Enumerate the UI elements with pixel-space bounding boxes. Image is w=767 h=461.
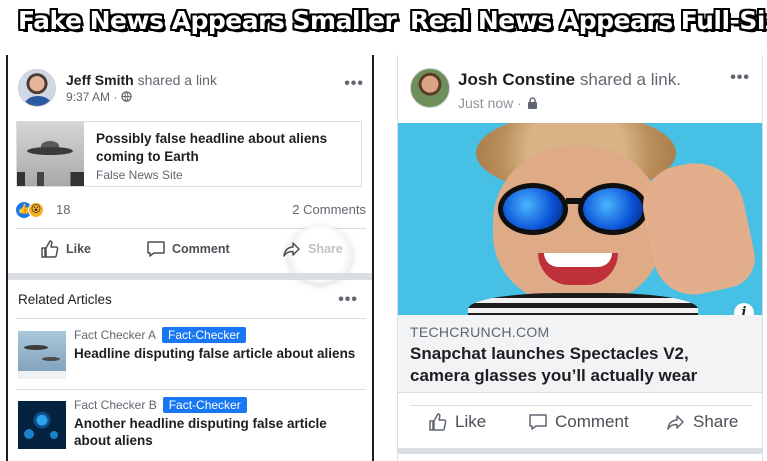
avatar[interactable] xyxy=(410,68,450,108)
section-divider xyxy=(398,448,762,454)
post-author-name[interactable]: Jeff Smith xyxy=(66,72,134,88)
banner-fake-news: Fake News Appears Smaller xyxy=(18,6,397,35)
related-thumbnail-cells xyxy=(18,401,66,449)
like-button[interactable]: Like xyxy=(40,239,91,259)
post-author-line: Jeff Smith shared a link xyxy=(66,72,217,88)
globe-icon xyxy=(120,91,132,102)
comment-button[interactable]: Comment xyxy=(146,239,230,259)
comment-icon xyxy=(529,414,547,430)
fact-checker-badge: Fact-Checker xyxy=(162,327,247,343)
more-dots-icon[interactable]: ••• xyxy=(344,75,364,93)
related-publisher: Fact Checker B xyxy=(74,398,157,412)
info-icon[interactable]: i xyxy=(734,303,754,315)
related-articles-heading: Related Articles xyxy=(18,292,112,307)
share-label: Share xyxy=(693,412,739,431)
post-author-name[interactable]: Josh Constine xyxy=(458,70,575,89)
link-hero-image[interactable]: i xyxy=(398,123,762,315)
post-time[interactable]: 9:37 AM · xyxy=(66,90,121,104)
post-shared-text: shared a link xyxy=(137,72,217,88)
reaction-count[interactable]: 18 xyxy=(56,202,70,217)
post-timestamp[interactable]: Just now · xyxy=(458,95,538,111)
share-label: Share xyxy=(308,242,343,256)
post-action-bar: Like Comment Share xyxy=(16,225,366,283)
like-label: Like xyxy=(66,242,92,256)
share-icon xyxy=(283,242,300,257)
link-caption[interactable]: TECHCRUNCH.COM Snapchat launches Spectac… xyxy=(398,315,762,393)
like-button[interactable]: Like xyxy=(428,412,486,432)
comments-count[interactable]: 2 Comments xyxy=(292,202,366,217)
related-meta: Fact Checker B Fact-Checker xyxy=(74,397,247,413)
link-preview-card[interactable]: Possibly false headline about aliens com… xyxy=(16,121,362,187)
wow-reaction-icon[interactable]: 😮 xyxy=(28,202,44,218)
banner-real-news: Real News Appears Full-Size xyxy=(410,6,767,35)
more-dots-icon[interactable]: ••• xyxy=(730,69,750,87)
link-domain: TECHCRUNCH.COM xyxy=(410,324,550,340)
link-thumbnail-ufo xyxy=(17,122,84,186)
real-news-post-panel: Josh Constine shared a link. Just now · … xyxy=(397,55,763,461)
fake-news-post-panel: Jeff Smith shared a link 9:37 AM · ••• P… xyxy=(6,55,374,461)
section-divider xyxy=(8,273,372,280)
share-button[interactable]: Share xyxy=(282,239,343,259)
avatar[interactable] xyxy=(18,69,56,107)
link-headline[interactable]: Snapchat launches Spectacles V2, camera … xyxy=(410,343,750,387)
link-headline[interactable]: Possibly false headline about aliens com… xyxy=(96,130,356,166)
link-source: False News Site xyxy=(96,168,183,182)
like-icon xyxy=(41,240,59,258)
post-header: Jeff Smith shared a link 9:37 AM · ••• xyxy=(18,69,364,109)
divider xyxy=(16,318,366,319)
share-button[interactable]: Share xyxy=(666,412,738,432)
more-dots-icon[interactable]: ••• xyxy=(338,291,358,309)
related-publisher: Fact Checker A xyxy=(74,328,157,342)
post-action-bar: Like Comment Share xyxy=(410,405,752,445)
lock-icon xyxy=(527,97,537,109)
comment-label: Comment xyxy=(555,412,629,431)
post-shared-text: shared a link. xyxy=(579,70,681,89)
comment-icon xyxy=(147,241,165,257)
like-label: Like xyxy=(455,412,487,431)
like-icon xyxy=(429,413,447,431)
share-icon xyxy=(667,415,684,430)
post-time[interactable]: Just now · xyxy=(458,95,522,111)
related-meta: Fact Checker A Fact-Checker xyxy=(74,327,247,343)
related-thumbnail-ufo xyxy=(18,331,66,379)
post-author-line: Josh Constine shared a link. xyxy=(458,70,681,90)
fact-checker-badge: Fact-Checker xyxy=(162,397,247,413)
post-timestamp[interactable]: 9:37 AM · xyxy=(66,90,132,104)
related-article-item[interactable]: Fact Checker A Fact-Checker Headline dis… xyxy=(16,325,366,387)
related-article-item[interactable]: Fact Checker B Fact-Checker Another head… xyxy=(16,395,366,457)
comment-label: Comment xyxy=(172,242,230,256)
divider xyxy=(16,389,366,390)
comment-button[interactable]: Comment xyxy=(528,412,629,432)
related-headline[interactable]: Headline disputing false article about a… xyxy=(74,345,359,362)
reactions-bar: 👍 😮 18 2 Comments xyxy=(16,201,366,221)
related-headline[interactable]: Another headline disputing false article… xyxy=(74,415,359,449)
